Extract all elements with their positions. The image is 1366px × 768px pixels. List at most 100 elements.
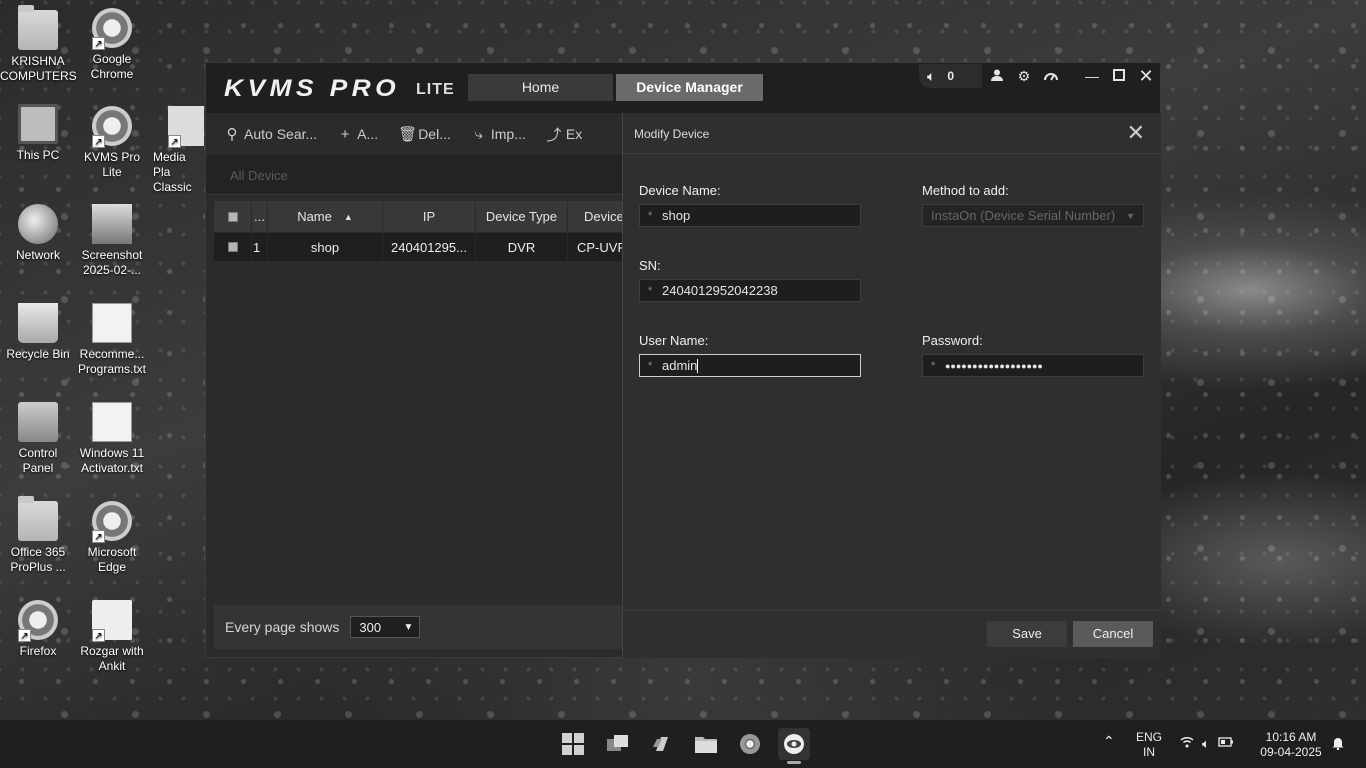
notification-bell-icon[interactable] (1331, 736, 1345, 754)
clock-date: 09-04-2025 (1260, 745, 1322, 759)
dialog-header: Modify Device ✕ (623, 113, 1161, 154)
close-icon[interactable]: ✕ (1127, 122, 1145, 144)
desktop-icon-office-365[interactable]: Office 365 ProPlus ... (0, 496, 76, 575)
desktop-icon-this-pc[interactable]: This PC (0, 104, 76, 163)
tab-all-device[interactable]: All Device (230, 168, 288, 183)
table-row[interactable]: 1 shop 240401295... DVR CP-UVR (214, 233, 622, 261)
control-panel-icon (18, 402, 58, 442)
checkbox[interactable] (227, 242, 238, 252)
speaker-icon[interactable]: 🔈︎ (927, 68, 935, 85)
tab-home[interactable]: Home (468, 74, 613, 101)
desktop-icon-label: This PC (16, 148, 60, 162)
sn-field[interactable]: * 2404012952042238 (639, 279, 861, 302)
export-label: Ex (565, 126, 583, 142)
header-device-type[interactable]: Device Type (476, 201, 568, 232)
desktop-icon-recycle-bin[interactable]: Recycle Bin (0, 303, 76, 362)
chrome-icon: ↗ (92, 8, 132, 50)
chevron-down-icon: ▼ (1126, 210, 1135, 221)
maximize-icon[interactable] (1111, 68, 1127, 84)
add-button[interactable]: + A... (327, 119, 388, 149)
device-name-label: Device Name: (639, 183, 721, 198)
minimize-icon[interactable]: — (1084, 68, 1100, 84)
edge-icon: ↗ (92, 501, 132, 543)
task-view-button[interactable] (602, 728, 634, 760)
firefox-icon: ↗ (18, 600, 58, 642)
app-logo: KVMS PRO (224, 75, 401, 102)
checkbox[interactable] (227, 211, 238, 222)
chevron-up-icon[interactable]: ⌃ (1103, 734, 1115, 749)
desktop-icon-krishna-computers[interactable]: KRISHNA COMPUTERS (0, 5, 77, 84)
system-tray-icons[interactable]: 🔈︎ (1180, 736, 1234, 751)
desktop-icon-label: Recycle Bin (6, 347, 70, 361)
monitor-icon (18, 104, 58, 144)
media-player-icon: ↗ (168, 106, 204, 148)
kvms-taskbar-button[interactable] (778, 728, 810, 764)
required-mark: * (931, 359, 936, 372)
header-ip[interactable]: IP (383, 201, 476, 232)
page-size-select[interactable]: 300 ▼ (350, 616, 421, 638)
header-name[interactable]: Name ▲ (268, 201, 383, 232)
auto-search-button[interactable]: ⚲ Auto Sear... (214, 119, 327, 149)
alarm-volume-box[interactable]: 🔈︎ 0 (919, 64, 982, 88)
import-label: Imp... (490, 126, 526, 142)
battery-icon (1218, 736, 1234, 751)
trash-icon: 🗑︎ (398, 126, 418, 143)
export-button[interactable]: ⤴ Ex (536, 119, 592, 149)
device-toolbar: ⚲ Auto Sear... + A... 🗑︎ Del... ⤷ Imp...… (214, 119, 592, 149)
row-select[interactable] (214, 233, 252, 261)
desktop-icon-rozgar[interactable]: ↗ Rozgar with Ankit (74, 600, 150, 674)
copilot-icon (653, 737, 668, 751)
page-size-value: 300 (359, 619, 382, 635)
row-name: shop (268, 233, 383, 261)
table-header: ... Name ▲ IP Device Type Device (214, 201, 622, 232)
password-field[interactable]: * ●●●●●●●●●●●●●●●●●● (922, 354, 1144, 377)
file-explorer-button[interactable] (690, 728, 722, 760)
performance-gauge-icon[interactable] (1043, 68, 1059, 84)
gear-icon[interactable]: ⚙ (1016, 68, 1032, 84)
desktop-icon-label: Control Panel (18, 446, 58, 475)
desktop-icon-media-player[interactable]: ↗ Media Pla Classic (148, 106, 204, 195)
desktop-icon-google-chrome[interactable]: ↗ Google Chrome (74, 8, 150, 82)
desktop-icon-label: Google Chrome (90, 52, 134, 81)
required-mark: * (648, 209, 653, 222)
wifi-icon (1180, 736, 1194, 751)
desktop-icon-recommended-programs[interactable]: Recomme... Programs.txt (74, 303, 150, 377)
copilot-button[interactable] (646, 728, 678, 760)
save-button[interactable]: Save (987, 621, 1067, 647)
row-device-type: DVR (476, 233, 568, 261)
desktop-icon-screenshot[interactable]: Screenshot 2025-02-... (74, 204, 150, 278)
desktop-icon-network[interactable]: Network (0, 204, 76, 263)
plus-icon: + (340, 125, 350, 143)
start-button[interactable] (557, 728, 589, 760)
cancel-button[interactable]: Cancel (1073, 621, 1153, 647)
header-select-all[interactable] (214, 201, 252, 232)
username-field[interactable]: * admin (639, 354, 861, 377)
device-table: ... Name ▲ IP Device Type Device 1 shop … (214, 201, 622, 261)
sort-ascending-icon: ▲ (343, 211, 353, 222)
device-name-field[interactable]: * shop (639, 204, 861, 227)
header-device[interactable]: Device (568, 201, 622, 232)
header-name-label: Name (297, 209, 332, 224)
kvms-icon: ↗ (92, 106, 132, 148)
task-view-icon (607, 735, 628, 751)
export-icon: ⤴ (546, 126, 562, 144)
desktop-icon-microsoft-edge[interactable]: ↗ Microsoft Edge (74, 501, 150, 575)
desktop-icon-kvms-pro-lite[interactable]: ↗ KVMS Pro Lite (74, 106, 150, 180)
chrome-taskbar-button[interactable] (734, 728, 766, 760)
user-icon[interactable] (989, 68, 1005, 84)
clock[interactable]: 10:16 AM 09-04-2025 (1258, 730, 1324, 760)
app-titlebar: KVMS PRO LITE Home Device Manager 🔈︎ 0 ⚙… (206, 63, 1160, 113)
desktop-icon-control-panel[interactable]: Control Panel (0, 402, 76, 476)
delete-button[interactable]: 🗑︎ Del... (388, 119, 461, 149)
tab-device-manager[interactable]: Device Manager (616, 74, 763, 101)
language-indicator[interactable]: ENG IN (1136, 730, 1162, 760)
desktop-icon-windows-activator[interactable]: Windows 11 Activator.txt (74, 402, 150, 476)
close-icon[interactable]: ✕ (1138, 67, 1154, 85)
device-name-value: shop (662, 208, 691, 223)
method-to-add-value: InstaOn (Device Serial Number) (931, 208, 1116, 223)
desktop-icon-firefox[interactable]: ↗ Firefox (0, 600, 76, 659)
kvms-app-window: KVMS PRO LITE Home Device Manager 🔈︎ 0 ⚙… (205, 62, 1161, 658)
auto-search-label: Auto Sear... (244, 126, 318, 142)
import-button[interactable]: ⤷ Imp... (461, 119, 536, 149)
text-file-icon (92, 303, 132, 343)
